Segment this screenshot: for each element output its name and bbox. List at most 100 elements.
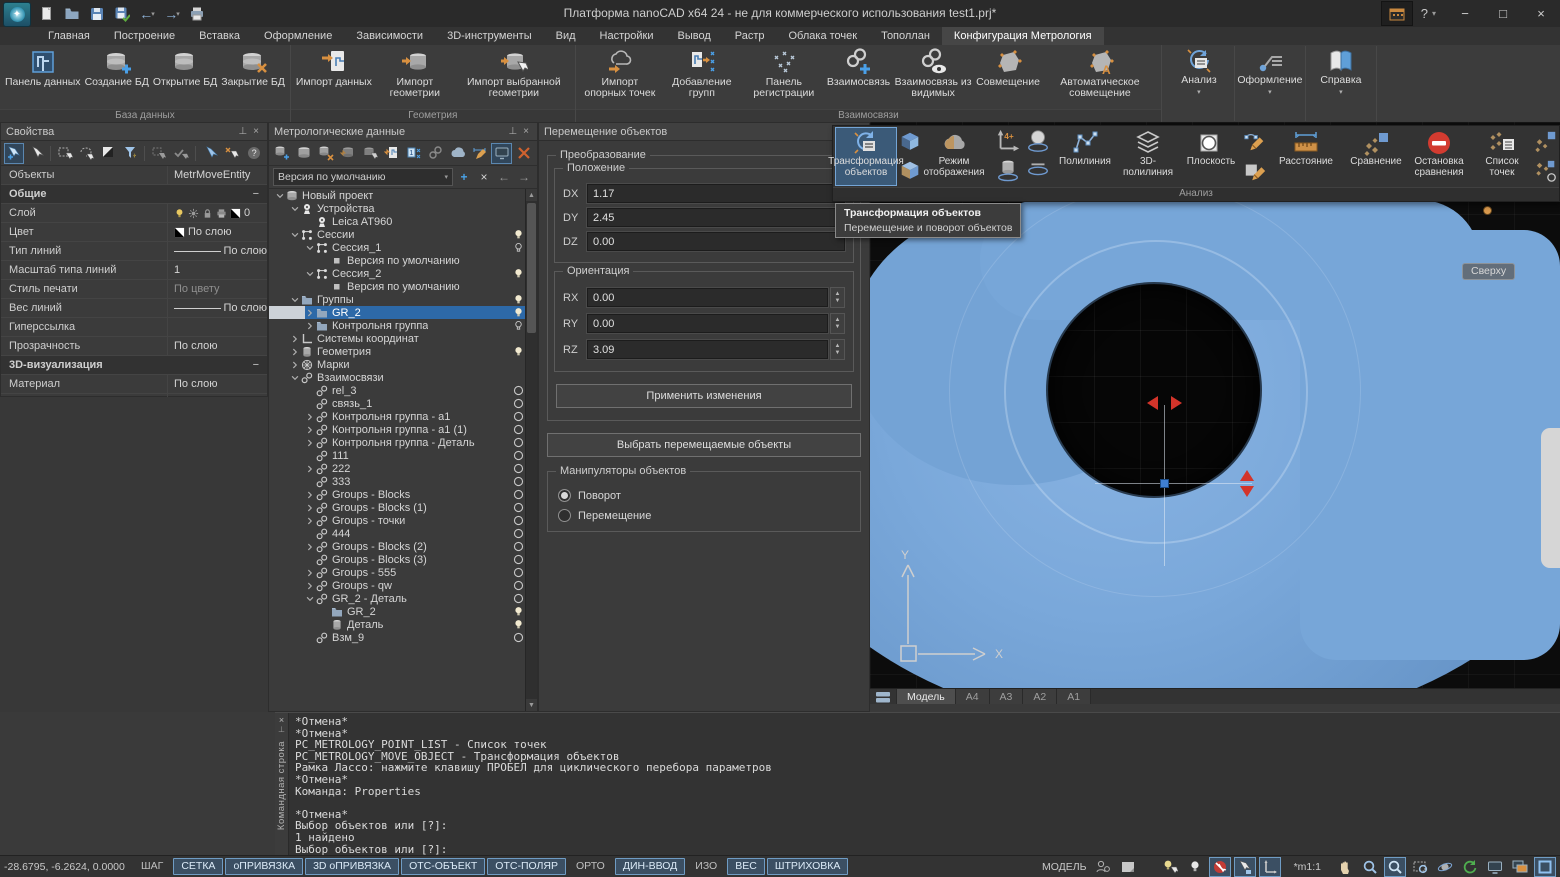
- dy-input[interactable]: 2.45: [587, 208, 845, 227]
- maximize-button[interactable]: □: [1484, 1, 1522, 27]
- tree-item[interactable]: 444: [269, 527, 537, 540]
- ribbon-tool-book[interactable]: Справка▾: [1306, 46, 1377, 121]
- ribbon-button[interactable]: Импорт геометрии: [374, 46, 456, 100]
- move-handle[interactable]: [1160, 479, 1169, 488]
- tree-item[interactable]: GR_2: [269, 605, 537, 618]
- sphere-icon[interactable]: [1025, 128, 1051, 154]
- rotate-arrow-down-icon[interactable]: [1240, 486, 1254, 497]
- tree-item[interactable]: Groups - Blocks (3): [269, 553, 537, 566]
- ribbon-tab-8[interactable]: Настройки: [588, 27, 666, 45]
- box-3d-icon[interactable]: [898, 130, 922, 154]
- reference-point[interactable]: [1483, 206, 1492, 215]
- color-swatch[interactable]: [174, 227, 185, 238]
- ribbon-button[interactable]: Добавление групп: [661, 46, 743, 100]
- ribbon-tab-6[interactable]: 3D-инструменты: [435, 27, 544, 45]
- compare-sq-icon[interactable]: [1534, 130, 1558, 154]
- bulb-on-icon[interactable]: [513, 228, 524, 241]
- scroll-down-icon[interactable]: ▼: [526, 699, 537, 711]
- analysis-button[interactable]: Плоскость: [1180, 127, 1242, 186]
- close-icon[interactable]: ×: [250, 126, 262, 137]
- measure-icon[interactable]: [469, 143, 490, 164]
- status-toggle[interactable]: ВЕС: [727, 858, 765, 875]
- expand-icon[interactable]: [305, 581, 315, 591]
- collapse-icon[interactable]: [290, 295, 300, 305]
- db-select-icon[interactable]: [360, 143, 381, 164]
- ry-input[interactable]: 0.00: [587, 314, 828, 333]
- version-add-button[interactable]: +: [455, 169, 473, 185]
- collapse-icon[interactable]: [305, 243, 315, 253]
- ribbon-tab-4[interactable]: Оформление: [252, 27, 344, 45]
- tree-item[interactable]: Марки: [269, 358, 537, 371]
- scroll-up-icon[interactable]: ▲: [526, 189, 537, 201]
- help-dropdown-icon[interactable]: ▾: [1432, 9, 1446, 18]
- collapse-icon[interactable]: [290, 204, 300, 214]
- expand-icon[interactable]: [305, 425, 315, 435]
- pencil-poly-icon[interactable]: [1243, 130, 1267, 154]
- part-body[interactable]: [1300, 230, 1560, 660]
- circle-icon[interactable]: [513, 592, 524, 605]
- property-value[interactable]: По слою: [167, 223, 267, 241]
- rotate-arrow-up-icon[interactable]: [1240, 470, 1254, 481]
- lamp-cursor-icon[interactable]: [1159, 857, 1181, 877]
- cursor-box-icon[interactable]: [1234, 857, 1256, 877]
- dz-input[interactable]: 0.00: [587, 232, 845, 251]
- circle-icon[interactable]: [513, 553, 524, 566]
- link-gray-icon[interactable]: [425, 143, 446, 164]
- collapse-icon[interactable]: [290, 373, 300, 383]
- collapse-icon[interactable]: [290, 230, 300, 240]
- expand-icon[interactable]: [305, 412, 315, 422]
- close-icon[interactable]: ×: [520, 126, 532, 137]
- spinner-control[interactable]: ▲▼: [830, 313, 845, 334]
- collapse-icon[interactable]: [275, 191, 285, 201]
- collapse-icon[interactable]: −: [253, 359, 267, 371]
- tree-item[interactable]: rel_3: [269, 384, 537, 397]
- select-invert-icon[interactable]: [99, 143, 119, 164]
- tree-item[interactable]: Контрольня группа - a1 (1): [269, 423, 537, 436]
- expand-icon[interactable]: [305, 542, 315, 552]
- analysis-button[interactable]: 3D-полилиния: [1117, 127, 1179, 186]
- status-toggle[interactable]: ДИН-ВВОД: [615, 858, 685, 875]
- cylinder-icon[interactable]: [995, 156, 1021, 182]
- tree-item[interactable]: Группы: [269, 293, 537, 306]
- rx-input[interactable]: 0.00: [587, 288, 828, 307]
- pin-icon[interactable]: ⊥: [235, 126, 250, 137]
- status-toggle[interactable]: ШТРИХОВКА: [767, 858, 849, 875]
- version-dropdown[interactable]: Версия по умолчанию▾: [273, 168, 453, 186]
- circle-icon[interactable]: [513, 501, 524, 514]
- bulb-icon[interactable]: [174, 208, 185, 219]
- ribbon-tab-9[interactable]: Вывод: [665, 27, 722, 45]
- tree-item[interactable]: Сессия_1: [269, 241, 537, 254]
- scroll-thumb[interactable]: [527, 203, 536, 333]
- command-line-tab[interactable]: × ⊥ Командная строка: [275, 713, 289, 856]
- status-toggle[interactable]: ОТС-ПОЛЯР: [487, 858, 566, 875]
- tree-item[interactable]: Контрольня группа: [269, 319, 537, 332]
- tree-item[interactable]: Groups - Blocks (2): [269, 540, 537, 553]
- regen-icon[interactable]: [1459, 857, 1481, 877]
- radio-move[interactable]: Перемещение: [558, 509, 850, 522]
- analysis-button[interactable]: Полилиния: [1054, 127, 1116, 186]
- expand-icon[interactable]: [305, 490, 315, 500]
- axis4-icon[interactable]: 4+: [995, 128, 1021, 154]
- status-toggle[interactable]: ОРТО: [568, 858, 613, 875]
- status-toggle[interactable]: 3D оПРИВЯЗКА: [305, 858, 399, 875]
- monitor-icon[interactable]: [1484, 857, 1506, 877]
- ribbon-button[interactable]: Создание БД: [83, 46, 151, 89]
- ribbon-tab-1[interactable]: Главная: [36, 27, 102, 45]
- bulb-on-icon[interactable]: [513, 605, 524, 618]
- bulb-on-icon[interactable]: [513, 306, 524, 319]
- tree-item[interactable]: Сессия_2: [269, 267, 537, 280]
- version-forward-button[interactable]: →: [515, 169, 533, 185]
- analysis-button[interactable]: Остановка сравнения: [1408, 127, 1470, 186]
- property-value[interactable]: По слою: [167, 375, 267, 393]
- pin-icon[interactable]: ⊥: [278, 725, 285, 735]
- ribbon-tool-analysis[interactable]: Анализ▾: [1164, 46, 1235, 121]
- ribbon-tool-leader[interactable]: Оформление▾: [1235, 46, 1306, 121]
- bulb-on-icon[interactable]: [513, 293, 524, 306]
- rotate-arrow-right-icon[interactable]: [1171, 396, 1182, 410]
- annotation-scale[interactable]: *m1:1: [1284, 861, 1331, 873]
- tree-item[interactable]: Версия по умолчанию: [269, 280, 537, 293]
- hand-icon[interactable]: [1334, 857, 1356, 877]
- tree-scrollbar[interactable]: ▲ ▼: [525, 189, 537, 711]
- close-icon[interactable]: ×: [279, 715, 284, 725]
- expand-icon[interactable]: [305, 308, 315, 318]
